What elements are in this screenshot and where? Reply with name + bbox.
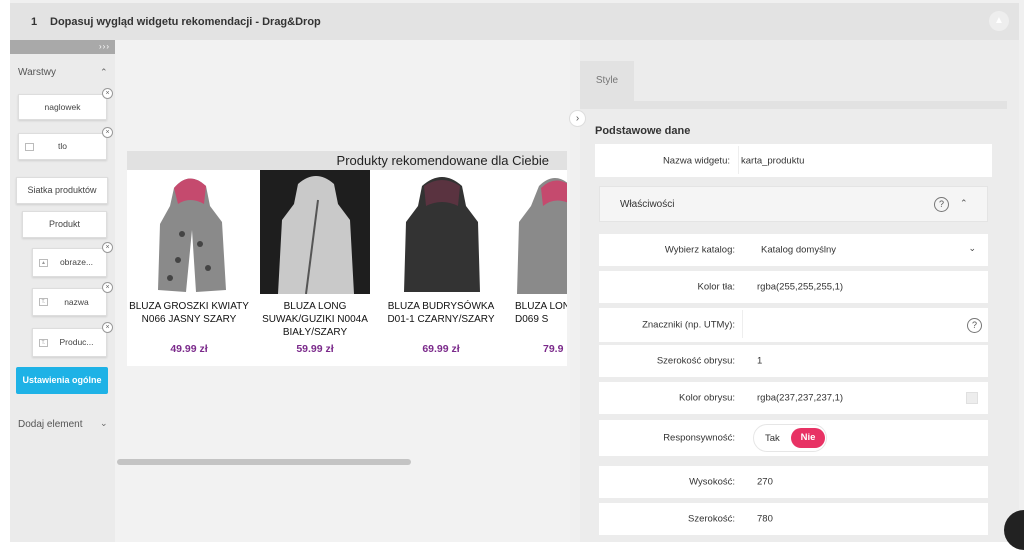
product-name: BLUZA LON D069 S [515, 301, 567, 325]
general-settings-button[interactable]: Ustawienia ogólne [16, 367, 108, 394]
layer-item-produkt[interactable]: Produkt [22, 211, 107, 238]
responsive-toggle[interactable]: Tak Nie [753, 424, 827, 452]
layer-label: Siatka produktów [27, 185, 97, 195]
tab-underline [580, 101, 1007, 109]
layer-label: obraze... [59, 257, 94, 267]
text-icon: T. [39, 338, 48, 347]
height-row: Wysokość: 270 [599, 466, 988, 498]
collapse-chevron-up-icon[interactable]: ▲ [989, 11, 1009, 31]
help-icon[interactable]: ? [967, 318, 982, 333]
bg-color-label: Kolor tła: [697, 281, 736, 293]
layer-label: naglowek [44, 102, 81, 112]
catalog-label: Wybierz katalog: [664, 244, 735, 256]
properties-header[interactable]: Właściwości ? ⌃ [599, 186, 988, 222]
product-price: 69.99 zł [422, 343, 460, 355]
close-icon[interactable]: × [102, 127, 113, 138]
step-number: 1 [31, 16, 38, 28]
text-icon: T. [39, 298, 48, 306]
product-price: 59.99 zł [296, 343, 334, 355]
border-color-label: Kolor obrysu: [679, 392, 735, 404]
layer-item-produc[interactable]: T. Produc... × [32, 322, 113, 357]
layer-label: Produc... [59, 337, 94, 347]
close-icon[interactable]: × [102, 322, 113, 333]
layer-item-obrazek[interactable]: ▲ obraze... × [32, 242, 113, 277]
width-row: Szerokość: 780 [599, 503, 988, 535]
properties-title: Właściwości [620, 199, 675, 210]
bg-color-input[interactable]: rgba(255,255,255,1) [757, 282, 843, 293]
widget-header[interactable]: Produkty rekomendowane dla Ciebie [127, 151, 567, 170]
layer-label: Produkt [48, 219, 81, 229]
width-label: Szerokość: [688, 513, 735, 525]
chevron-right-icon[interactable]: › [569, 110, 586, 127]
product-image [134, 170, 244, 294]
widget-name-label: Nazwa widgetu: [662, 155, 730, 166]
bg-color-row: Kolor tła: rgba(255,255,255,1) [599, 271, 988, 303]
layers-title: Warstwy [18, 67, 56, 78]
border-width-input[interactable]: 1 [757, 356, 762, 367]
responsive-no-option[interactable]: Nie [791, 428, 825, 448]
close-icon[interactable]: × [102, 88, 113, 99]
product-card[interactable]: BLUZA BUDRYSÓWKA D01-1 CZARNY/SZARY 69.9… [381, 170, 501, 355]
basic-data-title: Podstawowe dane [595, 125, 691, 137]
layer-item-nazwa[interactable]: T. nazwa × [32, 282, 113, 316]
responsive-row: Responsywność: Tak Nie [599, 420, 988, 456]
close-icon[interactable]: × [102, 282, 113, 293]
product-card[interactable]: BLUZA LON D069 S 79.9 [509, 170, 567, 355]
widget-name-row: Nazwa widgetu: karta_produktu [595, 144, 992, 177]
layer-item-siatka[interactable]: Siatka produktów [16, 177, 108, 204]
widget-name-input[interactable]: karta_produktu [741, 155, 804, 166]
catalog-select[interactable]: Katalog domyślny [761, 245, 836, 256]
layer-item-naglowek[interactable]: naglowek × [18, 88, 113, 120]
image-icon: ▲ [39, 258, 48, 267]
expand-sidebar-button[interactable]: ››› [10, 40, 115, 54]
layer-item-tlo[interactable]: tlo × [18, 127, 113, 160]
responsive-label: Responsywność: [663, 432, 735, 444]
layer-label: tlo [58, 141, 67, 151]
chevron-down-icon[interactable]: ⌄ [968, 243, 976, 254]
border-color-row: Kolor obrysu: rgba(237,237,237,1) [599, 382, 988, 414]
width-input[interactable]: 780 [757, 514, 773, 525]
chevron-up-icon[interactable]: ⌃ [100, 67, 108, 78]
product-card[interactable]: BLUZA GROSZKI KWIATY N066 JASNY SZARY 49… [129, 170, 249, 355]
recommendation-widget-preview[interactable]: Produkty rekomendowane dla Ciebie BLUZA … [127, 151, 567, 366]
field-separator [738, 146, 739, 174]
layers-sidebar: ››› Warstwy ⌃ naglowek × tlo × Siatka pr… [10, 40, 115, 542]
product-name: BLUZA BUDRYSÓWKA D01-1 CZARNY/SZARY [387, 301, 495, 325]
field-separator [742, 310, 743, 338]
height-label: Wysokość: [689, 476, 735, 488]
border-width-row: Szerokość obrysu: 1 [599, 345, 988, 377]
chevron-up-icon[interactable]: ⌃ [960, 198, 968, 209]
utm-label: Znaczniki (np. UTMy): [642, 319, 735, 331]
product-image [509, 170, 567, 294]
product-price: 49.99 zł [170, 343, 208, 355]
step-title: Dopasuj wygląd widgetu rekomendacji - Dr… [50, 16, 321, 28]
chevron-down-icon[interactable]: ⌄ [100, 418, 108, 429]
catalog-row: Wybierz katalog: Katalog domyślny ⌄ [599, 234, 988, 266]
product-image [386, 170, 496, 294]
product-image [260, 170, 370, 294]
border-color-input[interactable]: rgba(237,237,237,1) [757, 393, 843, 404]
help-icon[interactable]: ? [934, 197, 949, 212]
product-card[interactable]: BLUZA LONG SUWAK/GUZIKI N004A BIAŁY/SZAR… [255, 170, 375, 355]
step-header[interactable]: 1 Dopasuj wygląd widgetu rekomendacji - … [10, 3, 1019, 40]
utm-row: Znaczniki (np. UTMy): ? [599, 308, 988, 342]
close-icon[interactable]: × [102, 242, 113, 253]
tab-style[interactable]: Style [580, 61, 634, 101]
add-element-toggle[interactable]: Dodaj element [18, 419, 82, 430]
responsive-yes-option[interactable]: Tak [765, 433, 780, 444]
canvas-horizontal-scrollbar[interactable] [117, 459, 411, 465]
product-name: BLUZA LONG SUWAK/GUZIKI N004A BIAŁY/SZAR… [262, 301, 368, 338]
product-price: 79.9 [543, 343, 564, 355]
box-icon [25, 142, 34, 151]
height-input[interactable]: 270 [757, 477, 773, 488]
layer-label: nazwa [64, 297, 89, 307]
product-name: BLUZA GROSZKI KWIATY N066 JASNY SZARY [129, 301, 249, 325]
border-width-label: Szerokość obrysu: [656, 355, 735, 367]
border-color-swatch[interactable] [966, 392, 978, 404]
